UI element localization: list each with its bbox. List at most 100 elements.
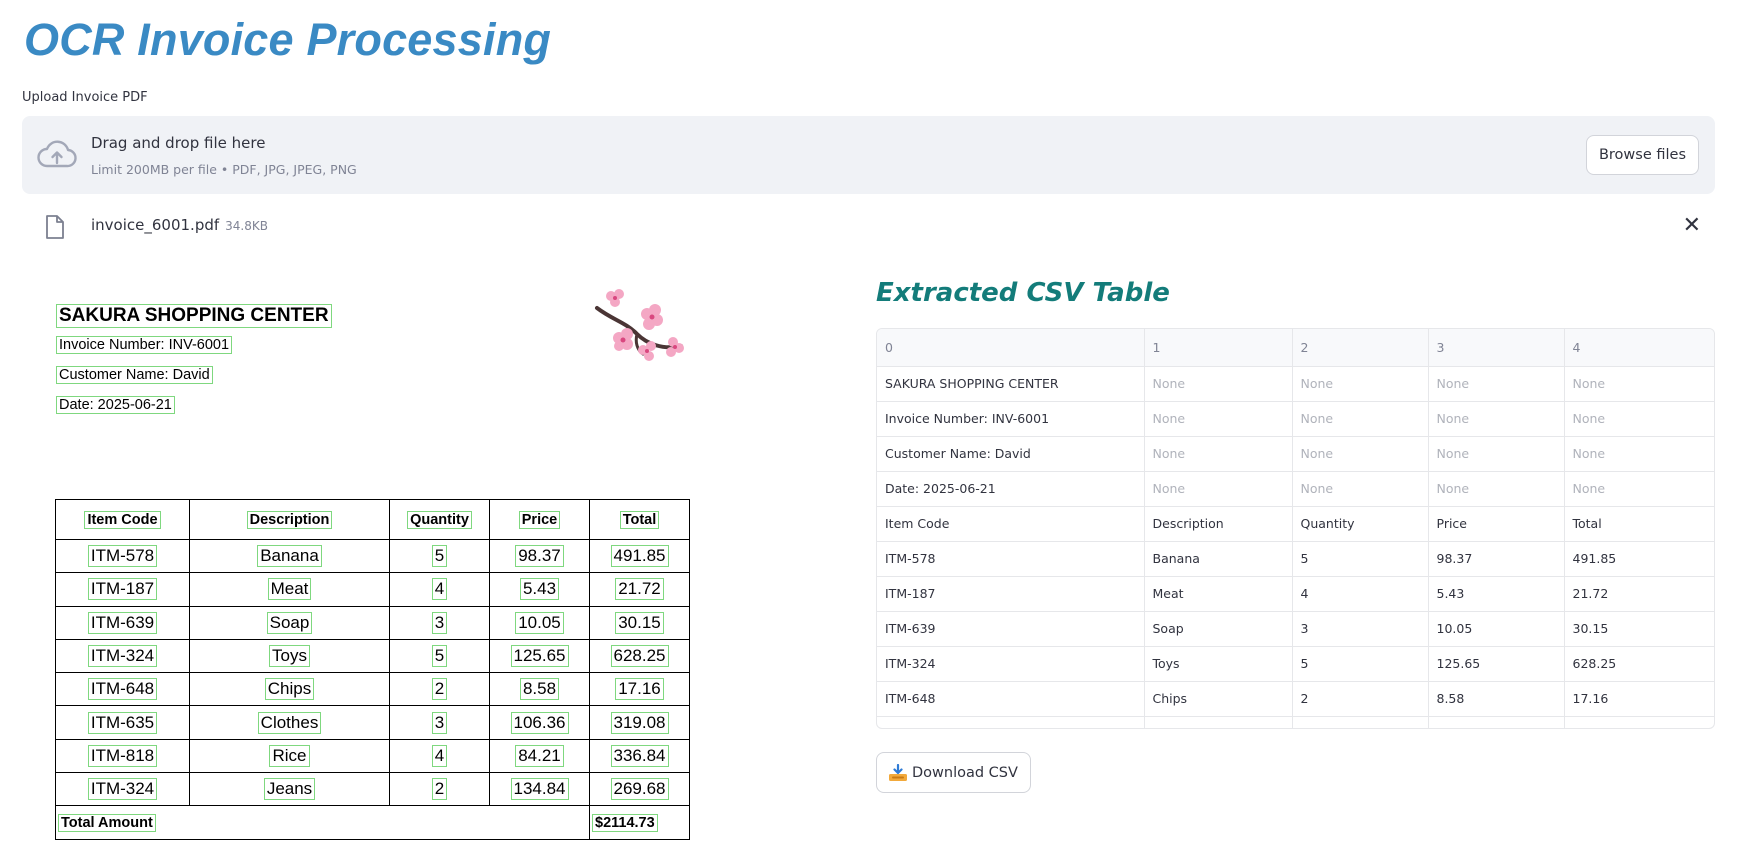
csv-cell[interactable]: None xyxy=(1428,366,1565,402)
invoice-cell: 84.21 xyxy=(515,744,564,767)
csv-cell[interactable]: Toys xyxy=(1144,646,1293,682)
csv-cell[interactable]: Invoice Number: INV-6001 xyxy=(877,401,1145,437)
invoice-cell: 125.65 xyxy=(510,645,569,668)
csv-row: ITM-648 Chips 2 8.58 17.16 xyxy=(877,681,1714,717)
invoice-cell: 3 xyxy=(431,711,448,734)
csv-cell[interactable]: Date: 2025-06-21 xyxy=(877,471,1145,507)
csv-cell[interactable]: None xyxy=(1292,366,1429,402)
invoice-item-row: ITM-639 Soap 3 10.05 30.15 xyxy=(55,605,690,640)
csv-cell[interactable]: 491.85 xyxy=(1564,541,1714,577)
csv-row: Date: 2025-06-21 None None None None xyxy=(877,471,1714,507)
csv-cell[interactable]: 3 xyxy=(1292,611,1429,647)
download-csv-button[interactable]: Download CSV xyxy=(876,752,1031,793)
csv-column-header[interactable]: 2 xyxy=(1292,329,1429,367)
invoice-item-row: ITM-324 Toys 5 125.65 628.25 xyxy=(55,638,690,674)
csv-cell[interactable]: 3 xyxy=(1292,716,1429,728)
csv-column-header[interactable]: 3 xyxy=(1428,329,1565,367)
csv-cell[interactable]: SAKURA SHOPPING CENTER xyxy=(877,366,1145,402)
csv-cell[interactable]: 5 xyxy=(1292,541,1429,577)
invoice-cell: ITM-648 xyxy=(87,678,158,701)
csv-cell[interactable]: ITM-578 xyxy=(877,541,1145,577)
csv-column-header[interactable]: 4 xyxy=(1564,329,1714,367)
csv-cell[interactable]: 2 xyxy=(1292,681,1429,717)
csv-cell[interactable]: None xyxy=(1428,401,1565,437)
csv-cell[interactable]: None xyxy=(1144,436,1293,472)
csv-cell[interactable]: Customer Name: David xyxy=(877,436,1145,472)
csv-cell[interactable]: Meat xyxy=(1144,576,1293,612)
csv-cell[interactable]: None xyxy=(1144,366,1293,402)
csv-cell[interactable]: 628.25 xyxy=(1564,646,1714,682)
invoice-preview: SAKURA SHOPPING CENTER Invoice Number: I… xyxy=(20,280,720,840)
csv-cell[interactable]: 125.65 xyxy=(1428,646,1565,682)
invoice-item-row: ITM-648 Chips 2 8.58 17.16 xyxy=(55,672,690,707)
csv-header-row: 0 1 2 3 4 xyxy=(877,329,1714,367)
invoice-cell: ITM-818 xyxy=(87,744,158,767)
close-icon[interactable]: ✕ xyxy=(1683,215,1701,237)
csv-cell[interactable]: None xyxy=(1144,471,1293,507)
csv-cell[interactable]: ITM-648 xyxy=(877,681,1145,717)
csv-cell[interactable]: 10.05 xyxy=(1428,611,1565,647)
csv-cell[interactable]: None xyxy=(1292,436,1429,472)
csv-cell[interactable]: None xyxy=(1292,471,1429,507)
file-icon xyxy=(46,215,64,239)
csv-cell[interactable]: 8.58 xyxy=(1428,681,1565,717)
csv-row: ITM-187 Meat 4 5.43 21.72 xyxy=(877,576,1714,612)
csv-cell[interactable]: 319.08 xyxy=(1564,716,1714,728)
csv-cell[interactable]: 4 xyxy=(1292,576,1429,612)
csv-cell[interactable]: Total xyxy=(1564,506,1714,542)
csv-cell[interactable]: ITM-635 xyxy=(877,716,1145,728)
csv-row: Customer Name: David None None None None xyxy=(877,436,1714,472)
invoice-cell: 98.37 xyxy=(515,545,564,568)
csv-cell[interactable]: Item Code xyxy=(877,506,1145,542)
file-name-text: invoice_6001.pdf xyxy=(91,216,220,234)
uploaded-file: invoice_6001.pdf 34.8KB ✕ xyxy=(22,212,1715,242)
dropzone-instructions: Drag and drop file here xyxy=(91,134,266,152)
csv-cell[interactable]: None xyxy=(1564,436,1714,472)
csv-cell[interactable]: None xyxy=(1292,401,1429,437)
file-dropzone[interactable]: Drag and drop file here Limit 200MB per … xyxy=(22,116,1715,194)
csv-cell[interactable]: None xyxy=(1144,401,1293,437)
csv-cell[interactable]: None xyxy=(1564,471,1714,507)
invoice-cell: Jeans xyxy=(263,778,316,801)
invoice-header-row: Item Code Description Quantity Price Tot… xyxy=(55,499,690,540)
invoice-customer: Customer Name: David xyxy=(56,366,213,384)
invoice-cell: Clothes xyxy=(257,711,322,734)
invoice-cell: 2 xyxy=(431,678,448,701)
csv-cell[interactable]: 17.16 xyxy=(1564,681,1714,717)
csv-section-title: Extracted CSV Table xyxy=(876,278,1170,308)
invoice-cell: 491.85 xyxy=(610,545,669,568)
invoice-cell: Banana xyxy=(257,545,322,568)
csv-cell[interactable]: Banana xyxy=(1144,541,1293,577)
csv-cell[interactable]: 106.36 xyxy=(1428,716,1565,728)
csv-cell[interactable]: None xyxy=(1564,366,1714,402)
csv-cell[interactable]: 98.37 xyxy=(1428,541,1565,577)
browse-files-button[interactable]: Browse files xyxy=(1585,135,1699,175)
invoice-items-table: Item Code Description Quantity Price Tot… xyxy=(55,499,690,840)
invoice-total-label: Total Amount xyxy=(58,813,156,832)
csv-cell[interactable]: Chips xyxy=(1144,681,1293,717)
csv-cell[interactable]: Soap xyxy=(1144,611,1293,647)
csv-cell[interactable]: None xyxy=(1428,436,1565,472)
csv-column-header[interactable]: 1 xyxy=(1144,329,1293,367)
csv-cell[interactable]: Description xyxy=(1144,506,1293,542)
csv-cell[interactable]: ITM-187 xyxy=(877,576,1145,612)
invoice-col-header: Total xyxy=(619,510,660,529)
csv-cell[interactable]: Quantity xyxy=(1292,506,1429,542)
csv-cell[interactable]: ITM-324 xyxy=(877,646,1145,682)
csv-cell[interactable]: None xyxy=(1564,401,1714,437)
csv-cell[interactable]: Price xyxy=(1428,506,1565,542)
csv-cell[interactable]: Clothes xyxy=(1144,716,1293,728)
csv-dataframe[interactable]: 0 1 2 3 4 SAKURA SHOPPING CENTER None None… xyxy=(876,328,1715,729)
invoice-cell: 5.43 xyxy=(519,578,560,601)
csv-column-header[interactable]: 0 xyxy=(877,329,1145,367)
csv-cell[interactable]: 21.72 xyxy=(1564,576,1714,612)
csv-cell[interactable]: 5 xyxy=(1292,646,1429,682)
csv-cell[interactable]: 5.43 xyxy=(1428,576,1565,612)
invoice-col-header: Price xyxy=(518,510,561,529)
csv-row: ITM-635Clothes3106.36319.08 xyxy=(877,716,1714,728)
invoice-cell: 5 xyxy=(431,645,448,668)
csv-cell[interactable]: ITM-639 xyxy=(877,611,1145,647)
csv-cell[interactable]: None xyxy=(1428,471,1565,507)
cherry-blossom-logo xyxy=(595,289,684,361)
csv-cell[interactable]: 30.15 xyxy=(1564,611,1714,647)
